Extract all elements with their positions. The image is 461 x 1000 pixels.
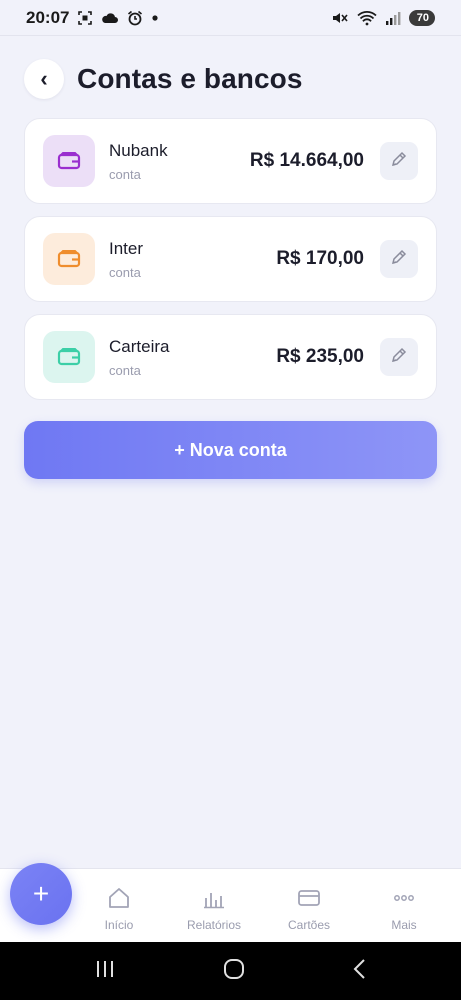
wallet-icon: [43, 135, 95, 187]
account-type: conta: [109, 264, 141, 280]
battery-level: 70: [416, 11, 429, 24]
account-card-inter[interactable]: Inter conta R$ 170,00: [24, 216, 437, 302]
account-card-nubank[interactable]: Nubank conta R$ 14.664,00: [24, 118, 437, 204]
edit-button[interactable]: [380, 142, 418, 180]
dot-icon: [151, 14, 159, 22]
new-account-button[interactable]: + Nova conta: [24, 421, 437, 479]
alarm-icon: [127, 10, 143, 26]
nav-item-mais[interactable]: Mais: [364, 887, 444, 932]
account-name: Carteira: [109, 336, 170, 356]
page-header: ‹ Contas e bancos: [24, 58, 303, 100]
screenshot-icon: [77, 10, 93, 26]
account-card-carteira[interactable]: Carteira conta R$ 235,00: [24, 314, 437, 400]
nav-label: Cartões: [287, 918, 331, 932]
pencil-icon: [390, 150, 408, 173]
nav-label: Início: [104, 918, 134, 932]
nav-label: Relatórios: [186, 918, 242, 932]
bar-chart-icon: [202, 887, 226, 912]
wallet-icon: [43, 233, 95, 285]
battery-icon: 70: [408, 9, 435, 26]
recent-apps-icon[interactable]: [94, 959, 116, 984]
status-time: 20:07: [26, 7, 70, 27]
nav-item-cartoes[interactable]: Cartões: [269, 887, 349, 932]
plus-icon: +: [32, 878, 50, 909]
cloud-icon: [101, 11, 119, 25]
back-system-icon[interactable]: [352, 958, 368, 985]
account-balance: R$ 235,00: [276, 346, 364, 367]
edit-button[interactable]: [380, 338, 418, 376]
wallet-icon: [43, 331, 95, 383]
back-arrow-icon: ‹: [40, 66, 48, 91]
system-nav-bar: [0, 942, 461, 1000]
nav-item-inicio[interactable]: Início: [79, 887, 159, 932]
add-button[interactable]: +: [10, 863, 72, 925]
home-icon: [107, 887, 131, 912]
accounts-list: Nubank conta R$ 14.664,00 Inter conta R$…: [24, 118, 437, 412]
home-system-icon[interactable]: [223, 958, 245, 985]
signal-icon: [385, 10, 401, 26]
status-bar: 20:07 70: [0, 0, 461, 36]
page-title: Contas e bancos: [77, 63, 303, 94]
account-type: conta: [109, 362, 141, 378]
mute-icon: [331, 10, 349, 26]
more-icon: [392, 887, 416, 912]
back-button[interactable]: ‹: [24, 59, 64, 99]
account-type: conta: [109, 166, 141, 182]
account-balance: R$ 14.664,00: [249, 150, 364, 171]
nav-item-relatorios[interactable]: Relatórios: [174, 887, 254, 932]
pencil-icon: [390, 346, 408, 369]
card-icon: [297, 887, 321, 912]
account-balance: R$ 170,00: [276, 248, 364, 269]
pencil-icon: [390, 248, 408, 271]
edit-button[interactable]: [380, 240, 418, 278]
wifi-icon: [357, 10, 377, 26]
account-name: Nubank: [109, 140, 168, 160]
account-name: Inter: [109, 238, 144, 258]
nav-label: Mais: [391, 918, 417, 932]
